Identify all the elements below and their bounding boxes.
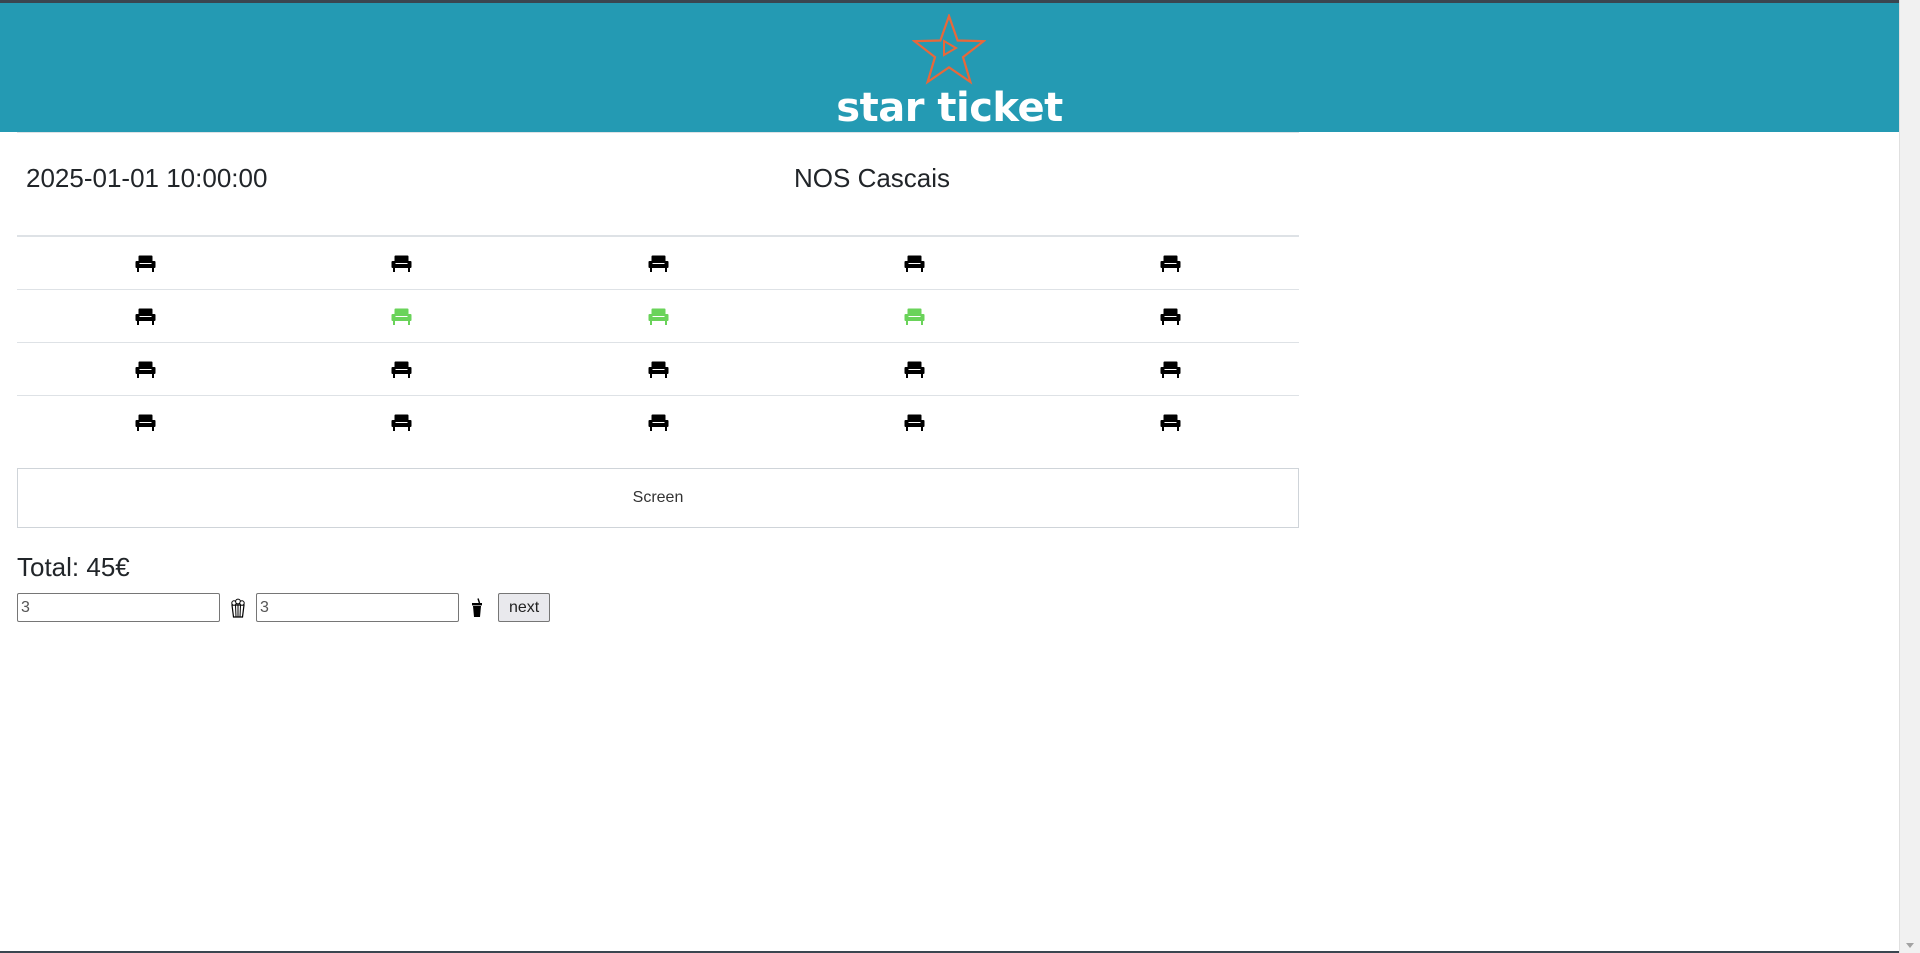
seat-available-icon[interactable] bbox=[135, 414, 156, 431]
seat-selected-icon[interactable] bbox=[648, 308, 669, 325]
seat-cell bbox=[1043, 290, 1299, 342]
seat-row bbox=[17, 237, 1299, 290]
seat-cell bbox=[1043, 396, 1299, 449]
seat-available-icon[interactable] bbox=[648, 414, 669, 431]
seat-available-icon[interactable] bbox=[1160, 414, 1181, 431]
seat-map bbox=[17, 237, 1299, 449]
seat-available-icon[interactable] bbox=[135, 255, 156, 272]
drink-cup-icon bbox=[459, 593, 495, 622]
seat-available-icon[interactable] bbox=[391, 361, 412, 378]
scroll-down-arrow-icon[interactable] bbox=[1906, 943, 1914, 948]
seat-available-icon[interactable] bbox=[1160, 255, 1181, 272]
screen-label: Screen bbox=[632, 489, 684, 506]
session-datetime: 2025-01-01 10:00:00 bbox=[26, 163, 268, 193]
seat-cell bbox=[17, 237, 273, 289]
seat-available-icon[interactable] bbox=[648, 361, 669, 378]
seat-cell bbox=[786, 343, 1042, 395]
popcorn-icon bbox=[220, 593, 256, 622]
seat-cell bbox=[530, 237, 786, 289]
total-price: Total: 45€ bbox=[17, 552, 130, 582]
seat-selected-icon[interactable] bbox=[391, 308, 412, 325]
site-header: star ticket bbox=[0, 3, 1899, 132]
seat-row bbox=[17, 396, 1299, 449]
cinema-screen: Screen bbox=[17, 468, 1299, 528]
popcorn-quantity-input[interactable] bbox=[17, 593, 220, 622]
seat-available-icon[interactable] bbox=[135, 361, 156, 378]
seat-available-icon[interactable] bbox=[135, 308, 156, 325]
seat-cell bbox=[786, 237, 1042, 289]
seat-available-icon[interactable] bbox=[904, 414, 925, 431]
star-play-icon[interactable] bbox=[912, 14, 986, 86]
seat-cell bbox=[273, 290, 529, 342]
seat-row bbox=[17, 290, 1299, 343]
booking-panel: 2025-01-01 10:00:00 NOS Cascais Screen T… bbox=[17, 132, 1299, 622]
seat-selected-icon[interactable] bbox=[904, 308, 925, 325]
seat-cell bbox=[273, 237, 529, 289]
extras-controls: next bbox=[17, 593, 1299, 622]
next-button[interactable]: next bbox=[498, 593, 551, 622]
seat-cell bbox=[530, 396, 786, 449]
seat-available-icon[interactable] bbox=[904, 361, 925, 378]
seat-cell bbox=[786, 290, 1042, 342]
seat-available-icon[interactable] bbox=[391, 255, 412, 272]
seat-available-icon[interactable] bbox=[904, 255, 925, 272]
seat-cell bbox=[17, 290, 273, 342]
seat-available-icon[interactable] bbox=[1160, 308, 1181, 325]
seat-available-icon[interactable] bbox=[391, 414, 412, 431]
seat-cell bbox=[786, 396, 1042, 449]
brand-name[interactable]: star ticket bbox=[0, 85, 1899, 131]
seat-row bbox=[17, 343, 1299, 396]
seat-cell bbox=[17, 343, 273, 395]
vertical-scrollbar[interactable] bbox=[1899, 0, 1920, 953]
cinema-name: NOS Cascais bbox=[794, 163, 951, 193]
seat-available-icon[interactable] bbox=[648, 255, 669, 272]
seat-cell bbox=[530, 343, 786, 395]
session-info: 2025-01-01 10:00:00 NOS Cascais bbox=[17, 132, 1299, 237]
seat-cell bbox=[17, 396, 273, 449]
seat-cell bbox=[273, 343, 529, 395]
seat-cell bbox=[530, 290, 786, 342]
drink-quantity-input[interactable] bbox=[256, 593, 459, 622]
seat-cell bbox=[1043, 237, 1299, 289]
seat-available-icon[interactable] bbox=[1160, 361, 1181, 378]
seat-cell bbox=[1043, 343, 1299, 395]
seat-cell bbox=[273, 396, 529, 449]
